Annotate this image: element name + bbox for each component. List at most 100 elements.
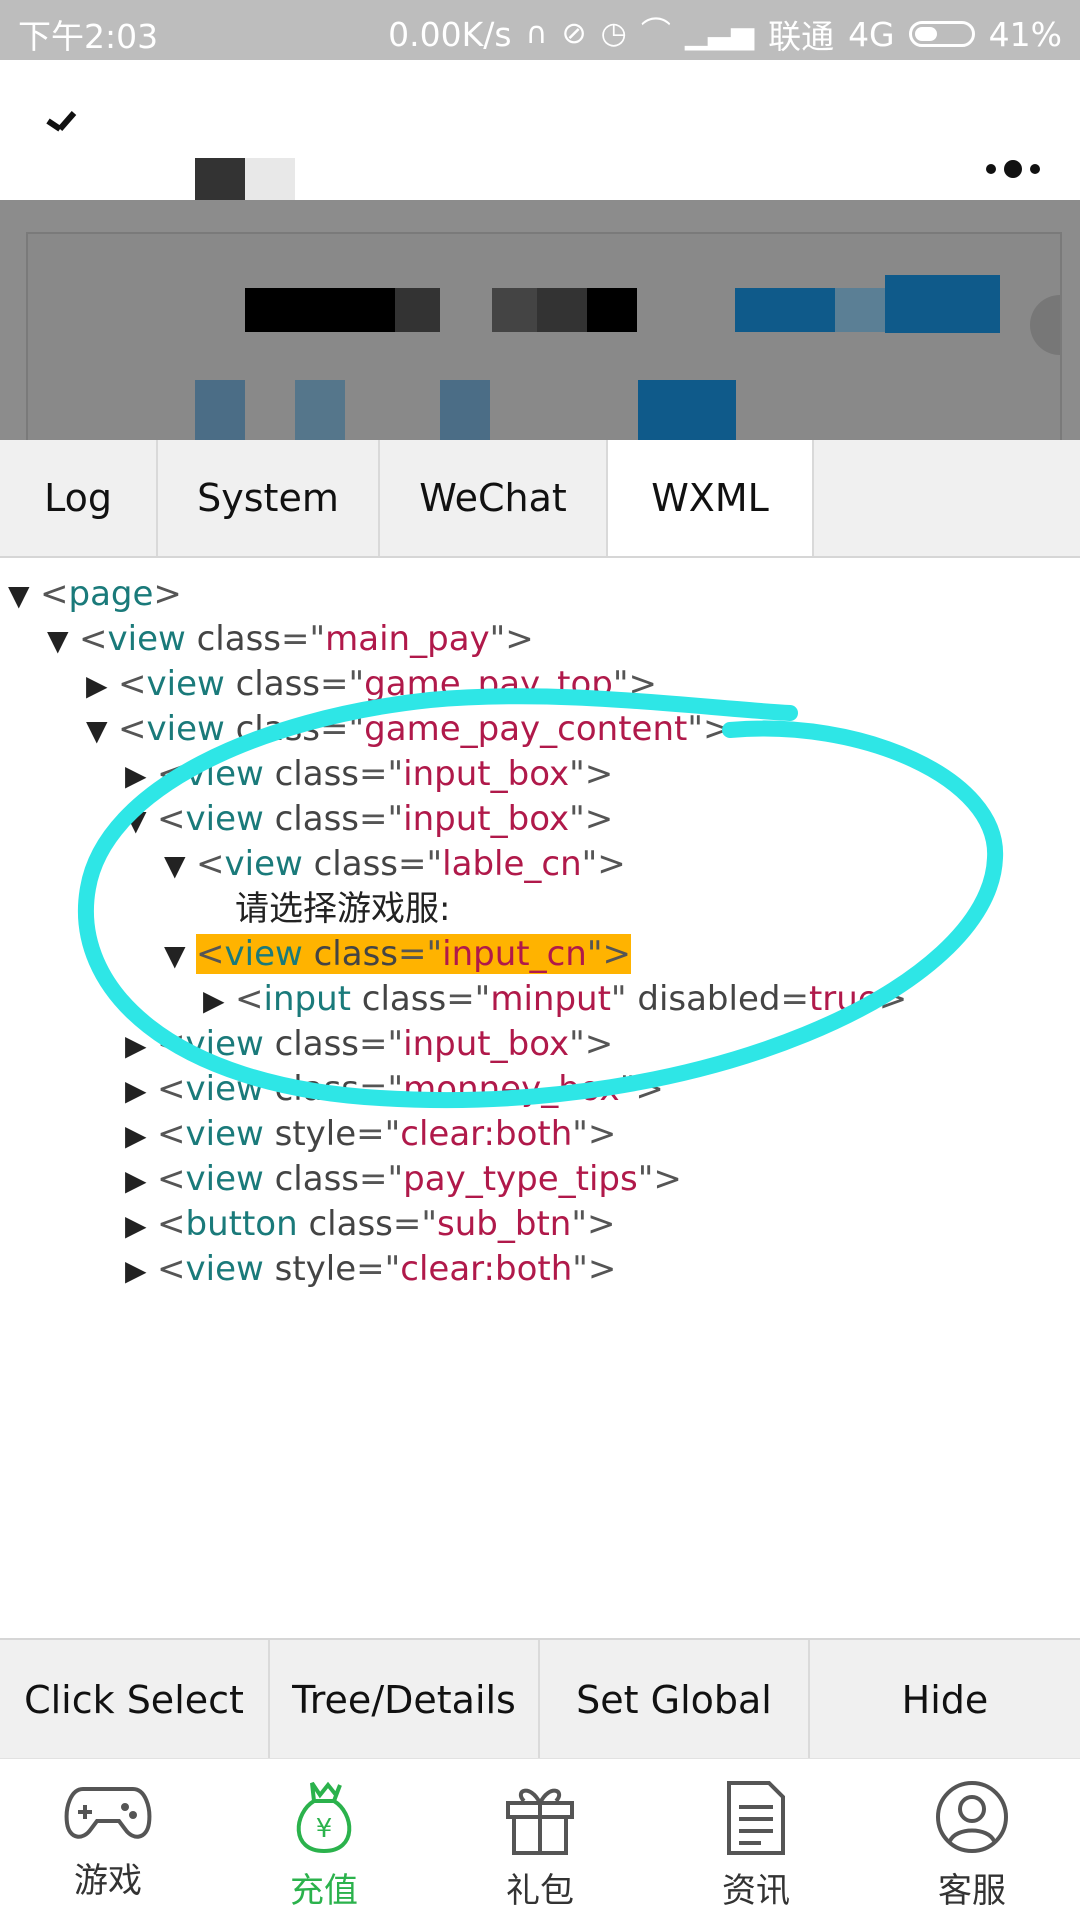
app-tab-news[interactable]: 资讯 bbox=[648, 1759, 864, 1921]
svg-text:¥: ¥ bbox=[316, 1814, 333, 1844]
tree-node-view[interactable]: ▼ <view class="lable_cn"> bbox=[164, 842, 626, 886]
tag-name: view bbox=[185, 1249, 264, 1289]
expand-arrow-icon[interactable]: ▶ bbox=[125, 1069, 157, 1113]
tag-name: view bbox=[185, 799, 264, 839]
hide-button[interactable]: Hide bbox=[810, 1640, 1080, 1760]
attr-name: class bbox=[235, 709, 321, 749]
expand-arrow-icon[interactable]: ▶ bbox=[125, 1114, 157, 1158]
attr-value: game_pay_top bbox=[364, 664, 613, 704]
tag-name: view bbox=[185, 1024, 264, 1064]
tree-node-input[interactable]: ▶ <input class="minput" disabled=true> bbox=[203, 977, 907, 1021]
battery-icon bbox=[908, 21, 975, 47]
more-icon[interactable] bbox=[986, 160, 1040, 178]
expand-arrow-icon[interactable]: ▶ bbox=[125, 1204, 157, 1248]
attr-value: monney_box bbox=[403, 1069, 620, 1109]
attr-value: input_box bbox=[403, 799, 570, 839]
status-bar: 下午2:03 0.00K/s ∩ ⊘ ◷ ⌒ ▁▃▅ 联通 4G 41% bbox=[0, 0, 1080, 60]
collapse-arrow-icon[interactable]: ▼ bbox=[47, 619, 79, 663]
status-time: 下午2:03 bbox=[18, 17, 159, 56]
app-tab-recharge[interactable]: ¥ 充值 bbox=[216, 1759, 432, 1921]
tree-node-view[interactable]: ▼ <view class="input_box"> bbox=[125, 797, 613, 841]
tab-wxml[interactable]: WXML bbox=[608, 440, 814, 556]
attr-value: clear:both bbox=[400, 1249, 573, 1289]
attr-value: true bbox=[808, 979, 879, 1019]
expand-arrow-icon[interactable]: ▶ bbox=[125, 1024, 157, 1068]
tree-node-view[interactable]: ▶ <view class="pay_type_tips"> bbox=[125, 1157, 682, 1201]
attr-value: game_pay_content bbox=[364, 709, 688, 749]
money-bag-icon: ¥ bbox=[296, 1781, 352, 1854]
attr-name: class bbox=[274, 1159, 360, 1199]
wxml-tree: ▼ <page> ▼ <view class="main_pay"> ▶ <view cl… bbox=[0, 558, 1080, 1638]
back-icon[interactable] bbox=[40, 100, 100, 160]
attr-value: sub_btn bbox=[437, 1204, 572, 1244]
page-content-dimmed bbox=[0, 200, 1080, 440]
alarm-icon: ◷ bbox=[600, 16, 627, 51]
tag-name: view bbox=[185, 1069, 264, 1109]
attr-value: pay_type_tips bbox=[403, 1159, 638, 1199]
tree-text: 请选择游戏服: bbox=[235, 889, 451, 929]
tag-name: button bbox=[185, 1204, 298, 1244]
attr-name: class bbox=[274, 799, 360, 839]
tree-node-view[interactable]: ▶ <view class="monney_box"> bbox=[125, 1067, 664, 1111]
app-tab-bar: 游戏 ¥ 充值 礼包 资讯 客服 bbox=[0, 1758, 1080, 1921]
signal-icon: ▁▃▅ bbox=[684, 16, 755, 51]
tree-node-view[interactable]: ▶ <view style="clear:both"> bbox=[125, 1112, 616, 1156]
carrier: 联通 bbox=[768, 17, 835, 56]
collapse-arrow-icon[interactable]: ▼ bbox=[164, 844, 196, 888]
expand-arrow-icon[interactable]: ▶ bbox=[86, 664, 118, 708]
attr-name: class bbox=[361, 979, 447, 1019]
tab-system[interactable]: System bbox=[158, 440, 380, 556]
attr-name: style bbox=[274, 1114, 357, 1154]
gift-icon bbox=[506, 1788, 574, 1855]
tree-node-page[interactable]: ▼ <page> bbox=[8, 572, 182, 616]
tree-details-button[interactable]: Tree/Details bbox=[270, 1640, 540, 1760]
tree-node-view[interactable]: ▼ <view class="input_cn"> bbox=[164, 932, 631, 976]
tree-node-view[interactable]: ▶ <view class="input_box"> bbox=[125, 1022, 613, 1066]
user-service-icon bbox=[936, 1781, 1008, 1853]
debug-tabs: Log System WeChat WXML bbox=[0, 440, 1080, 558]
network-type: 4G bbox=[848, 14, 895, 54]
collapse-arrow-icon[interactable]: ▼ bbox=[86, 709, 118, 753]
mute-bell-icon: ⊘ bbox=[561, 16, 587, 51]
attr-value: clear:both bbox=[400, 1114, 573, 1154]
attr-name: class bbox=[235, 664, 321, 704]
tree-node-view[interactable]: ▶ <view style="clear:both"> bbox=[125, 1247, 616, 1291]
tag-name: view bbox=[146, 664, 225, 704]
nav-bar bbox=[0, 60, 1080, 204]
tag-name: view bbox=[185, 1159, 264, 1199]
tree-node-view[interactable]: ▶ <view class="input_box"> bbox=[125, 752, 613, 796]
expand-arrow-icon[interactable]: ▶ bbox=[125, 754, 157, 798]
attr-name: class bbox=[308, 1204, 393, 1244]
collapse-arrow-icon[interactable]: ▼ bbox=[125, 799, 157, 843]
tree-node-view[interactable]: ▼ <view class="game_pay_content"> bbox=[86, 707, 731, 751]
collapse-arrow-icon[interactable]: ▼ bbox=[8, 574, 40, 618]
attr-name: disabled bbox=[637, 979, 781, 1019]
attr-value: input_cn bbox=[442, 934, 587, 974]
document-icon bbox=[727, 1781, 785, 1855]
tab-log[interactable]: Log bbox=[0, 440, 158, 556]
expand-arrow-icon[interactable]: ▶ bbox=[203, 979, 235, 1023]
set-global-button[interactable]: Set Global bbox=[540, 1640, 810, 1760]
attr-name: class bbox=[274, 1024, 360, 1064]
tree-node-view[interactable]: ▼ <view class="main_pay"> bbox=[47, 617, 534, 661]
expand-arrow-icon[interactable]: ▶ bbox=[125, 1159, 157, 1203]
app-tab-gifts[interactable]: 礼包 bbox=[432, 1759, 648, 1921]
attr-name: class bbox=[313, 844, 399, 884]
tag-name: view bbox=[107, 619, 186, 659]
expand-arrow-icon[interactable]: ▶ bbox=[125, 1249, 157, 1293]
debug-toolbar: Click Select Tree/Details Set Global Hid… bbox=[0, 1638, 1080, 1760]
wifi-icon: ⌒ bbox=[640, 16, 671, 51]
tag-name: page bbox=[68, 574, 154, 614]
app-tab-service[interactable]: 客服 bbox=[864, 1759, 1080, 1921]
attr-name: class bbox=[274, 754, 360, 794]
tab-wechat[interactable]: WeChat bbox=[380, 440, 608, 556]
content-panel bbox=[26, 232, 1062, 440]
attr-value: lable_cn bbox=[442, 844, 582, 884]
collapse-arrow-icon[interactable]: ▼ bbox=[164, 934, 196, 978]
app-tab-games[interactable]: 游戏 bbox=[0, 1759, 216, 1921]
attr-name: class bbox=[313, 934, 399, 974]
tree-node-view[interactable]: ▶ <view class="game_pay_top"> bbox=[86, 662, 657, 706]
click-select-button[interactable]: Click Select bbox=[0, 1640, 270, 1760]
tree-text-node[interactable]: 请选择游戏服: bbox=[203, 887, 450, 931]
tree-node-button[interactable]: ▶ <button class="sub_btn"> bbox=[125, 1202, 615, 1246]
